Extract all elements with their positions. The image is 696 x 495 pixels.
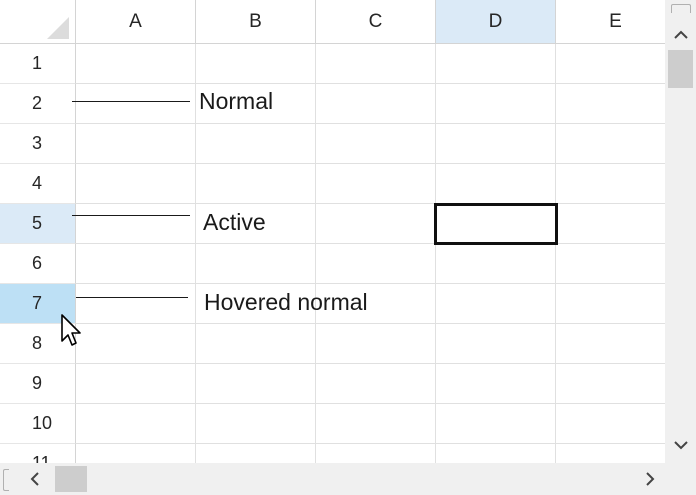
cell-c9[interactable] bbox=[316, 364, 436, 404]
row-header-5[interactable]: 5 bbox=[0, 204, 76, 244]
chevron-down-icon[interactable] bbox=[665, 425, 696, 465]
scrollbar-corner bbox=[665, 463, 696, 495]
cell-a10[interactable] bbox=[76, 404, 196, 444]
cell-e10[interactable] bbox=[556, 404, 665, 444]
cell-e11[interactable] bbox=[556, 444, 665, 463]
cell-d8[interactable] bbox=[436, 324, 556, 364]
callout-label-active: Active bbox=[203, 209, 266, 235]
vertical-scroll-thumb[interactable] bbox=[668, 50, 693, 88]
cell-d4[interactable] bbox=[436, 164, 556, 204]
select-all-corner[interactable] bbox=[0, 0, 76, 44]
cell-c10[interactable] bbox=[316, 404, 436, 444]
cell-c1[interactable] bbox=[316, 44, 436, 84]
cell-c5[interactable] bbox=[316, 204, 436, 244]
cell-c4[interactable] bbox=[316, 164, 436, 204]
cell-c11[interactable] bbox=[316, 444, 436, 463]
cell-a11[interactable] bbox=[76, 444, 196, 463]
cell-c2[interactable] bbox=[316, 84, 436, 124]
cell-c6[interactable] bbox=[316, 244, 436, 284]
cell-d6[interactable] bbox=[436, 244, 556, 284]
chevron-left-icon[interactable] bbox=[14, 463, 54, 495]
cell-a3[interactable] bbox=[76, 124, 196, 164]
row-header-1[interactable]: 1 bbox=[0, 44, 76, 84]
cell-c8[interactable] bbox=[316, 324, 436, 364]
cell-e2[interactable] bbox=[556, 84, 665, 124]
cell-b9[interactable] bbox=[196, 364, 316, 404]
cell-b8[interactable] bbox=[196, 324, 316, 364]
cell-d7[interactable] bbox=[436, 284, 556, 324]
scrollbar-grip-icon bbox=[671, 4, 691, 13]
cell-e4[interactable] bbox=[556, 164, 665, 204]
cell-e9[interactable] bbox=[556, 364, 665, 404]
callout-line-hovered bbox=[76, 297, 188, 298]
row-header-2[interactable]: 2 bbox=[0, 84, 76, 124]
chevron-up-icon[interactable] bbox=[665, 14, 696, 54]
scrollbar-grip-icon bbox=[3, 469, 9, 491]
column-header-a[interactable]: A bbox=[76, 0, 196, 44]
vertical-scrollbar[interactable] bbox=[665, 0, 696, 463]
cell-b11[interactable] bbox=[196, 444, 316, 463]
cell-b6[interactable] bbox=[196, 244, 316, 284]
callout-line-normal bbox=[72, 101, 190, 102]
cell-a7[interactable] bbox=[76, 284, 196, 324]
cell-d9[interactable] bbox=[436, 364, 556, 404]
column-header-d[interactable]: D bbox=[436, 0, 556, 44]
cell-b10[interactable] bbox=[196, 404, 316, 444]
cell-e8[interactable] bbox=[556, 324, 665, 364]
callout-line-active bbox=[72, 215, 190, 216]
selected-cell-d5[interactable] bbox=[434, 203, 558, 245]
cell-e3[interactable] bbox=[556, 124, 665, 164]
select-all-triangle-icon bbox=[47, 17, 69, 39]
cell-a1[interactable] bbox=[76, 44, 196, 84]
cell-d11[interactable] bbox=[436, 444, 556, 463]
cell-c3[interactable] bbox=[316, 124, 436, 164]
cell-b3[interactable] bbox=[196, 124, 316, 164]
chevron-right-icon[interactable] bbox=[630, 463, 670, 495]
callout-label-hovered: Hovered normal bbox=[204, 289, 368, 315]
cell-e6[interactable] bbox=[556, 244, 665, 284]
cell-e7[interactable] bbox=[556, 284, 665, 324]
row-header-9[interactable]: 9 bbox=[0, 364, 76, 404]
horizontal-scrollbar[interactable] bbox=[0, 463, 665, 495]
cell-a2[interactable] bbox=[76, 84, 196, 124]
cell-e1[interactable] bbox=[556, 44, 665, 84]
cell-a9[interactable] bbox=[76, 364, 196, 404]
row-header-10[interactable]: 10 bbox=[0, 404, 76, 444]
column-header-c[interactable]: C bbox=[316, 0, 436, 44]
row-header-11[interactable]: 11 bbox=[0, 444, 76, 463]
cell-a5[interactable] bbox=[76, 204, 196, 244]
cell-b4[interactable] bbox=[196, 164, 316, 204]
cell-b1[interactable] bbox=[196, 44, 316, 84]
column-header-b[interactable]: B bbox=[196, 0, 316, 44]
row-header-6[interactable]: 6 bbox=[0, 244, 76, 284]
cell-a6[interactable] bbox=[76, 244, 196, 284]
spreadsheet-grid[interactable]: ABCDE 1 2 3 4 5 6 7 8 9 10 11 Normal Active Hovere… bbox=[0, 0, 665, 463]
callout-label-normal: Normal bbox=[199, 88, 274, 114]
mouse-pointer-icon bbox=[61, 314, 81, 346]
cell-e5[interactable] bbox=[556, 204, 665, 244]
horizontal-scroll-thumb[interactable] bbox=[55, 466, 87, 492]
cell-a8[interactable] bbox=[76, 324, 196, 364]
cell-a4[interactable] bbox=[76, 164, 196, 204]
cell-d10[interactable] bbox=[436, 404, 556, 444]
cell-d3[interactable] bbox=[436, 124, 556, 164]
cell-d2[interactable] bbox=[436, 84, 556, 124]
column-header-e[interactable]: E bbox=[556, 0, 665, 44]
row-header-3[interactable]: 3 bbox=[0, 124, 76, 164]
row-header-4[interactable]: 4 bbox=[0, 164, 76, 204]
cell-d1[interactable] bbox=[436, 44, 556, 84]
